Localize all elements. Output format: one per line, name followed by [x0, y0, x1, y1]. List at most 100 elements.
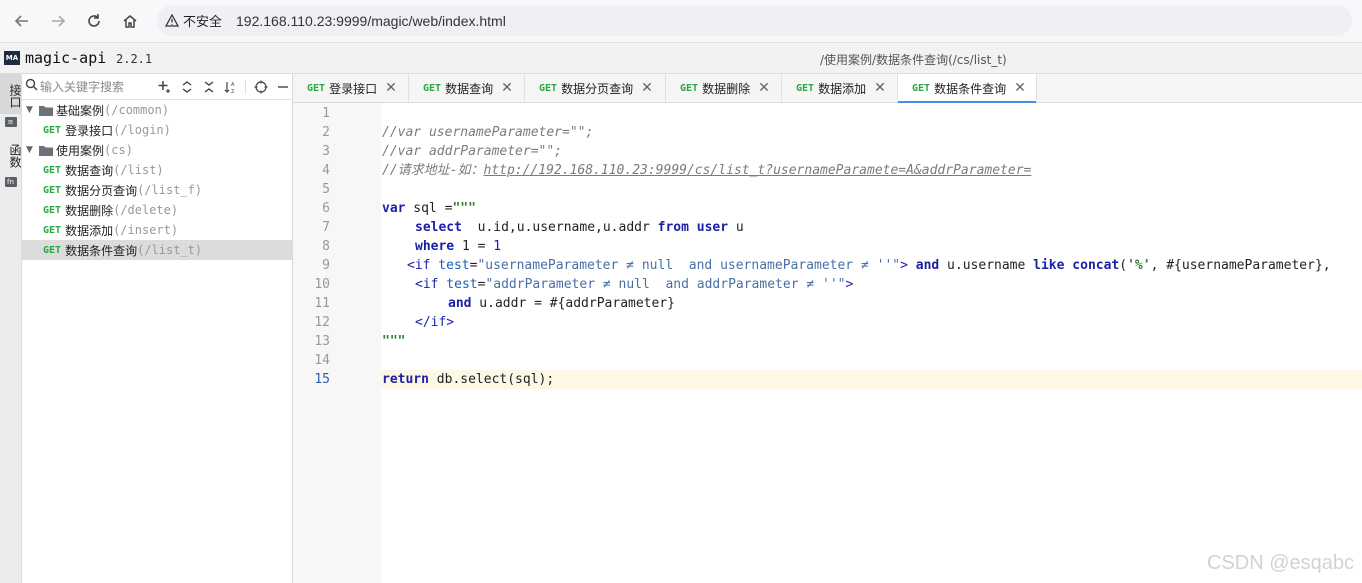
tree-group-basic[interactable]: ▼ 基础案例 (/common): [22, 100, 292, 120]
add-icon[interactable]: [157, 79, 172, 94]
api-name: 数据分页查询: [65, 183, 138, 198]
api-path: (/login): [113, 123, 171, 137]
svg-text:Z: Z: [231, 89, 235, 94]
tree-item-list[interactable]: GET 数据查询 (/list): [22, 160, 292, 180]
locate-icon[interactable]: [253, 79, 268, 94]
security-indicator[interactable]: 不安全: [165, 11, 222, 30]
current-line-number: 15: [314, 372, 330, 387]
method-badge: GET: [43, 184, 62, 196]
api-path: (/insert): [113, 223, 179, 237]
tree-item-insert[interactable]: GET 数据添加 (/insert): [22, 220, 292, 240]
url-text[interactable]: 192.168.110.23:9999/magic/web/index.html: [236, 13, 506, 29]
api-tree-sidebar: AZ ▼ 基础案例 (/common) GET 登录接口 (/login) ▼ …: [22, 74, 293, 583]
tab-delete[interactable]: GET 数据删除 ✕: [666, 74, 782, 102]
code-line-13: """: [382, 334, 406, 349]
tree-group-cases[interactable]: ▼ 使用案例 (cs): [22, 140, 292, 160]
group-name: 使用案例: [56, 143, 105, 158]
left-rail: 接口 ≡ 函数 fn: [0, 74, 22, 583]
tab-label: 数据添加: [818, 81, 867, 96]
method-badge: GET: [43, 224, 62, 236]
close-icon[interactable]: ✕: [874, 80, 886, 96]
close-icon[interactable]: ✕: [501, 80, 513, 96]
back-arrow-icon[interactable]: [9, 8, 35, 34]
method-badge: GET: [680, 82, 699, 94]
tab-insert[interactable]: GET 数据添加 ✕: [782, 74, 898, 102]
tab-list-t[interactable]: GET 数据条件查询 ✕: [898, 74, 1037, 103]
api-name: 数据查询: [65, 163, 114, 178]
close-icon[interactable]: ✕: [758, 80, 770, 96]
line-number: 7: [322, 220, 330, 235]
tree-item-list-f[interactable]: GET 数据分页查询 (/list_f): [22, 180, 292, 200]
method-badge: GET: [796, 82, 815, 94]
code-line-9: <if test="usernameParameter ≠ null and u…: [407, 258, 1331, 273]
line-number: 1: [322, 106, 330, 121]
minimize-icon[interactable]: [275, 79, 290, 94]
rail-tab-function[interactable]: 函数: [0, 130, 22, 174]
function-icon[interactable]: fn: [4, 177, 17, 187]
folder-icon: [39, 105, 53, 116]
svg-text:A: A: [231, 82, 235, 88]
tab-list[interactable]: GET 数据查询 ✕: [409, 74, 525, 102]
method-badge: GET: [43, 164, 62, 176]
chevron-down-icon[interactable]: ▼: [26, 105, 36, 115]
line-number: 2: [322, 125, 330, 140]
tab-login[interactable]: GET 登录接口 ✕: [293, 74, 409, 102]
line-number: 3: [322, 144, 330, 159]
line-number: 8: [322, 239, 330, 254]
code-line-12: </if>: [415, 315, 455, 330]
tab-label: 登录接口: [329, 81, 378, 96]
app-version: 2.2.1: [116, 52, 153, 66]
api-name: 数据删除: [65, 203, 114, 218]
search-icon: [25, 78, 38, 95]
close-icon[interactable]: ✕: [641, 80, 653, 96]
tree-item-list-t[interactable]: GET 数据条件查询 (/list_t): [22, 240, 292, 260]
method-badge: GET: [423, 82, 442, 94]
code-editor[interactable]: 1 2 3 4 5 6 7 8 9 10 11 12 13 14 15 //va…: [293, 103, 1362, 583]
method-badge: GET: [43, 124, 62, 136]
tab-label: 数据条件查询: [934, 81, 1007, 96]
collapse-all-icon[interactable]: [201, 79, 216, 94]
close-icon[interactable]: ✕: [1014, 80, 1026, 96]
api-path: (/list): [113, 163, 164, 177]
tab-list-f[interactable]: GET 数据分页查询 ✕: [525, 74, 666, 102]
code-line-11: and u.addr = #{addrParameter}: [448, 296, 675, 311]
method-badge: GET: [539, 82, 558, 94]
chevron-down-icon[interactable]: ▼: [26, 145, 36, 155]
api-name: 数据条件查询: [65, 243, 138, 258]
line-number: 6: [322, 201, 330, 216]
address-bar[interactable]: 不安全 192.168.110.23:9999/magic/web/index.…: [157, 5, 1352, 36]
rail-tab-api[interactable]: 接口: [0, 74, 22, 114]
watermark: CSDN @esqabc: [1206, 552, 1354, 574]
code-line-15: return db.select(sql);: [382, 372, 555, 387]
line-number: 13: [314, 334, 330, 349]
code-line-3: //var addrParameter="";: [382, 144, 563, 159]
code-line-10: <if test="addrParameter ≠ null and addrP…: [415, 277, 854, 292]
warning-icon: [165, 14, 179, 27]
forward-arrow-icon[interactable]: [45, 8, 71, 34]
method-badge: GET: [43, 244, 62, 256]
tree-item-delete[interactable]: GET 数据删除 (/delete): [22, 200, 292, 220]
tab-label: 数据查询: [445, 81, 494, 96]
sort-icon[interactable]: AZ: [223, 79, 238, 94]
method-badge: GET: [307, 82, 326, 94]
request-url-link[interactable]: http://192.168.110.23:9999/cs/list_t?use…: [483, 163, 1031, 178]
close-icon[interactable]: ✕: [385, 80, 397, 96]
line-number: 5: [322, 182, 330, 197]
api-path: (/delete): [113, 203, 179, 217]
api-list-icon[interactable]: ≡: [4, 117, 17, 127]
line-number: 9: [322, 258, 330, 273]
line-number: 10: [314, 277, 330, 292]
expand-collapse-icon[interactable]: [179, 79, 194, 94]
code-line-6: var sql =""": [382, 201, 476, 216]
line-number: 4: [322, 163, 330, 178]
code-line-7: select u.id,u.username,u.addr from user …: [415, 220, 744, 235]
editor-tabs: GET 登录接口 ✕ GET 数据查询 ✕ GET 数据分页查询 ✕ GET 数…: [293, 74, 1362, 103]
home-icon[interactable]: [117, 8, 143, 34]
reload-icon[interactable]: [81, 8, 107, 34]
method-badge: GET: [912, 82, 931, 94]
group-name: 基础案例: [56, 103, 105, 118]
code-line-2: //var usernameParameter="";: [382, 125, 594, 140]
tree-item-login[interactable]: GET 登录接口 (/login): [22, 120, 292, 140]
api-name: 登录接口: [65, 123, 114, 138]
search-input[interactable]: [40, 79, 140, 94]
